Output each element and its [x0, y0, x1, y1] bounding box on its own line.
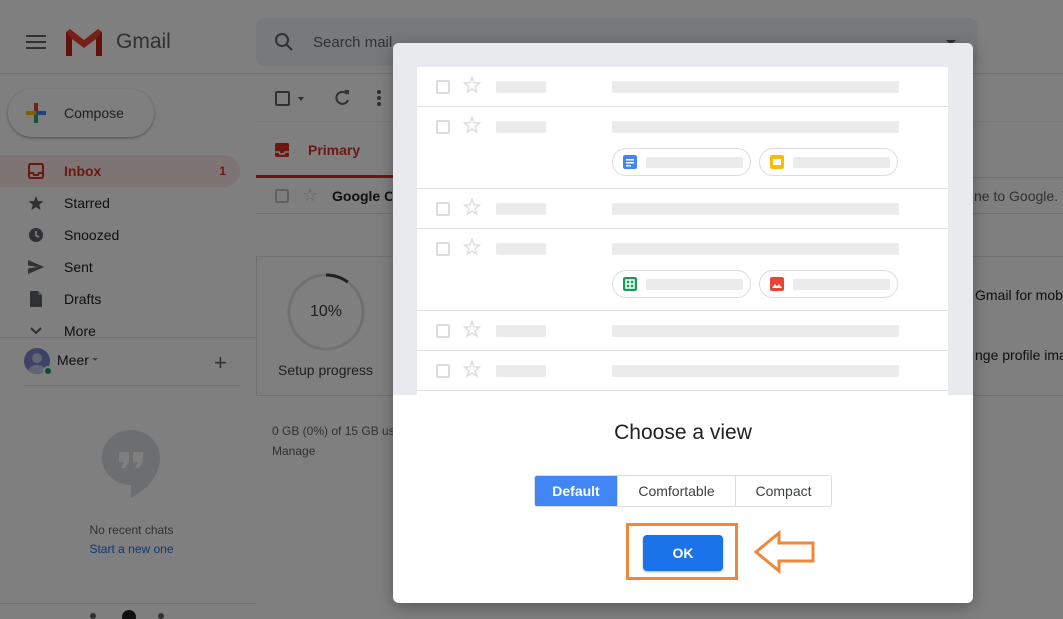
- preview-row: [417, 107, 948, 189]
- sender-placeholder: [496, 243, 546, 255]
- subject-placeholder: [612, 121, 899, 133]
- attachment-chip: [612, 270, 751, 298]
- preview-row: [417, 351, 948, 391]
- choose-view-dialog: Choose a view Default Comfortable Compac…: [393, 43, 973, 603]
- checkbox-placeholder: [436, 324, 450, 338]
- star-icon: [463, 320, 481, 338]
- option-compact[interactable]: Compact: [736, 476, 831, 506]
- option-default[interactable]: Default: [535, 476, 618, 506]
- attachment-chip: [759, 148, 898, 176]
- chip-text-placeholder: [646, 157, 743, 168]
- view-preview: [393, 43, 973, 395]
- checkbox-placeholder: [436, 242, 450, 256]
- sender-placeholder: [496, 203, 546, 215]
- slides-icon: [770, 155, 784, 169]
- checkbox-placeholder: [436, 364, 450, 378]
- star-icon: [463, 238, 481, 256]
- subject-placeholder: [612, 81, 899, 93]
- preview-row: [417, 311, 948, 351]
- ok-button[interactable]: OK: [643, 535, 723, 571]
- checkbox-placeholder: [436, 80, 450, 94]
- checkbox-placeholder: [436, 120, 450, 134]
- dialog-title: Choose a view: [614, 421, 752, 444]
- docs-icon: [623, 155, 637, 169]
- view-density-selector: Default Comfortable Compact: [534, 475, 832, 507]
- chip-text-placeholder: [793, 279, 890, 290]
- chip-text-placeholder: [793, 157, 890, 168]
- checkbox-placeholder: [436, 202, 450, 216]
- subject-placeholder: [612, 365, 899, 377]
- pointer-arrow-icon: [753, 530, 815, 574]
- star-icon: [463, 360, 481, 378]
- sender-placeholder: [496, 81, 546, 93]
- preview-list: [417, 67, 948, 395]
- attachment-chip: [612, 148, 751, 176]
- image-icon: [770, 277, 784, 291]
- preview-row: [417, 67, 948, 107]
- subject-placeholder: [612, 203, 899, 215]
- star-icon: [463, 116, 481, 134]
- attachment-chip: [759, 270, 898, 298]
- preview-row: [417, 229, 948, 311]
- sender-placeholder: [496, 365, 546, 377]
- sender-placeholder: [496, 121, 546, 133]
- preview-row: [417, 189, 948, 229]
- subject-placeholder: [612, 243, 899, 255]
- star-icon: [463, 198, 481, 216]
- star-icon: [463, 76, 481, 94]
- subject-placeholder: [612, 325, 899, 337]
- sender-placeholder: [496, 325, 546, 337]
- option-comfortable[interactable]: Comfortable: [618, 476, 736, 506]
- sheets-icon: [623, 277, 637, 291]
- chip-text-placeholder: [646, 279, 743, 290]
